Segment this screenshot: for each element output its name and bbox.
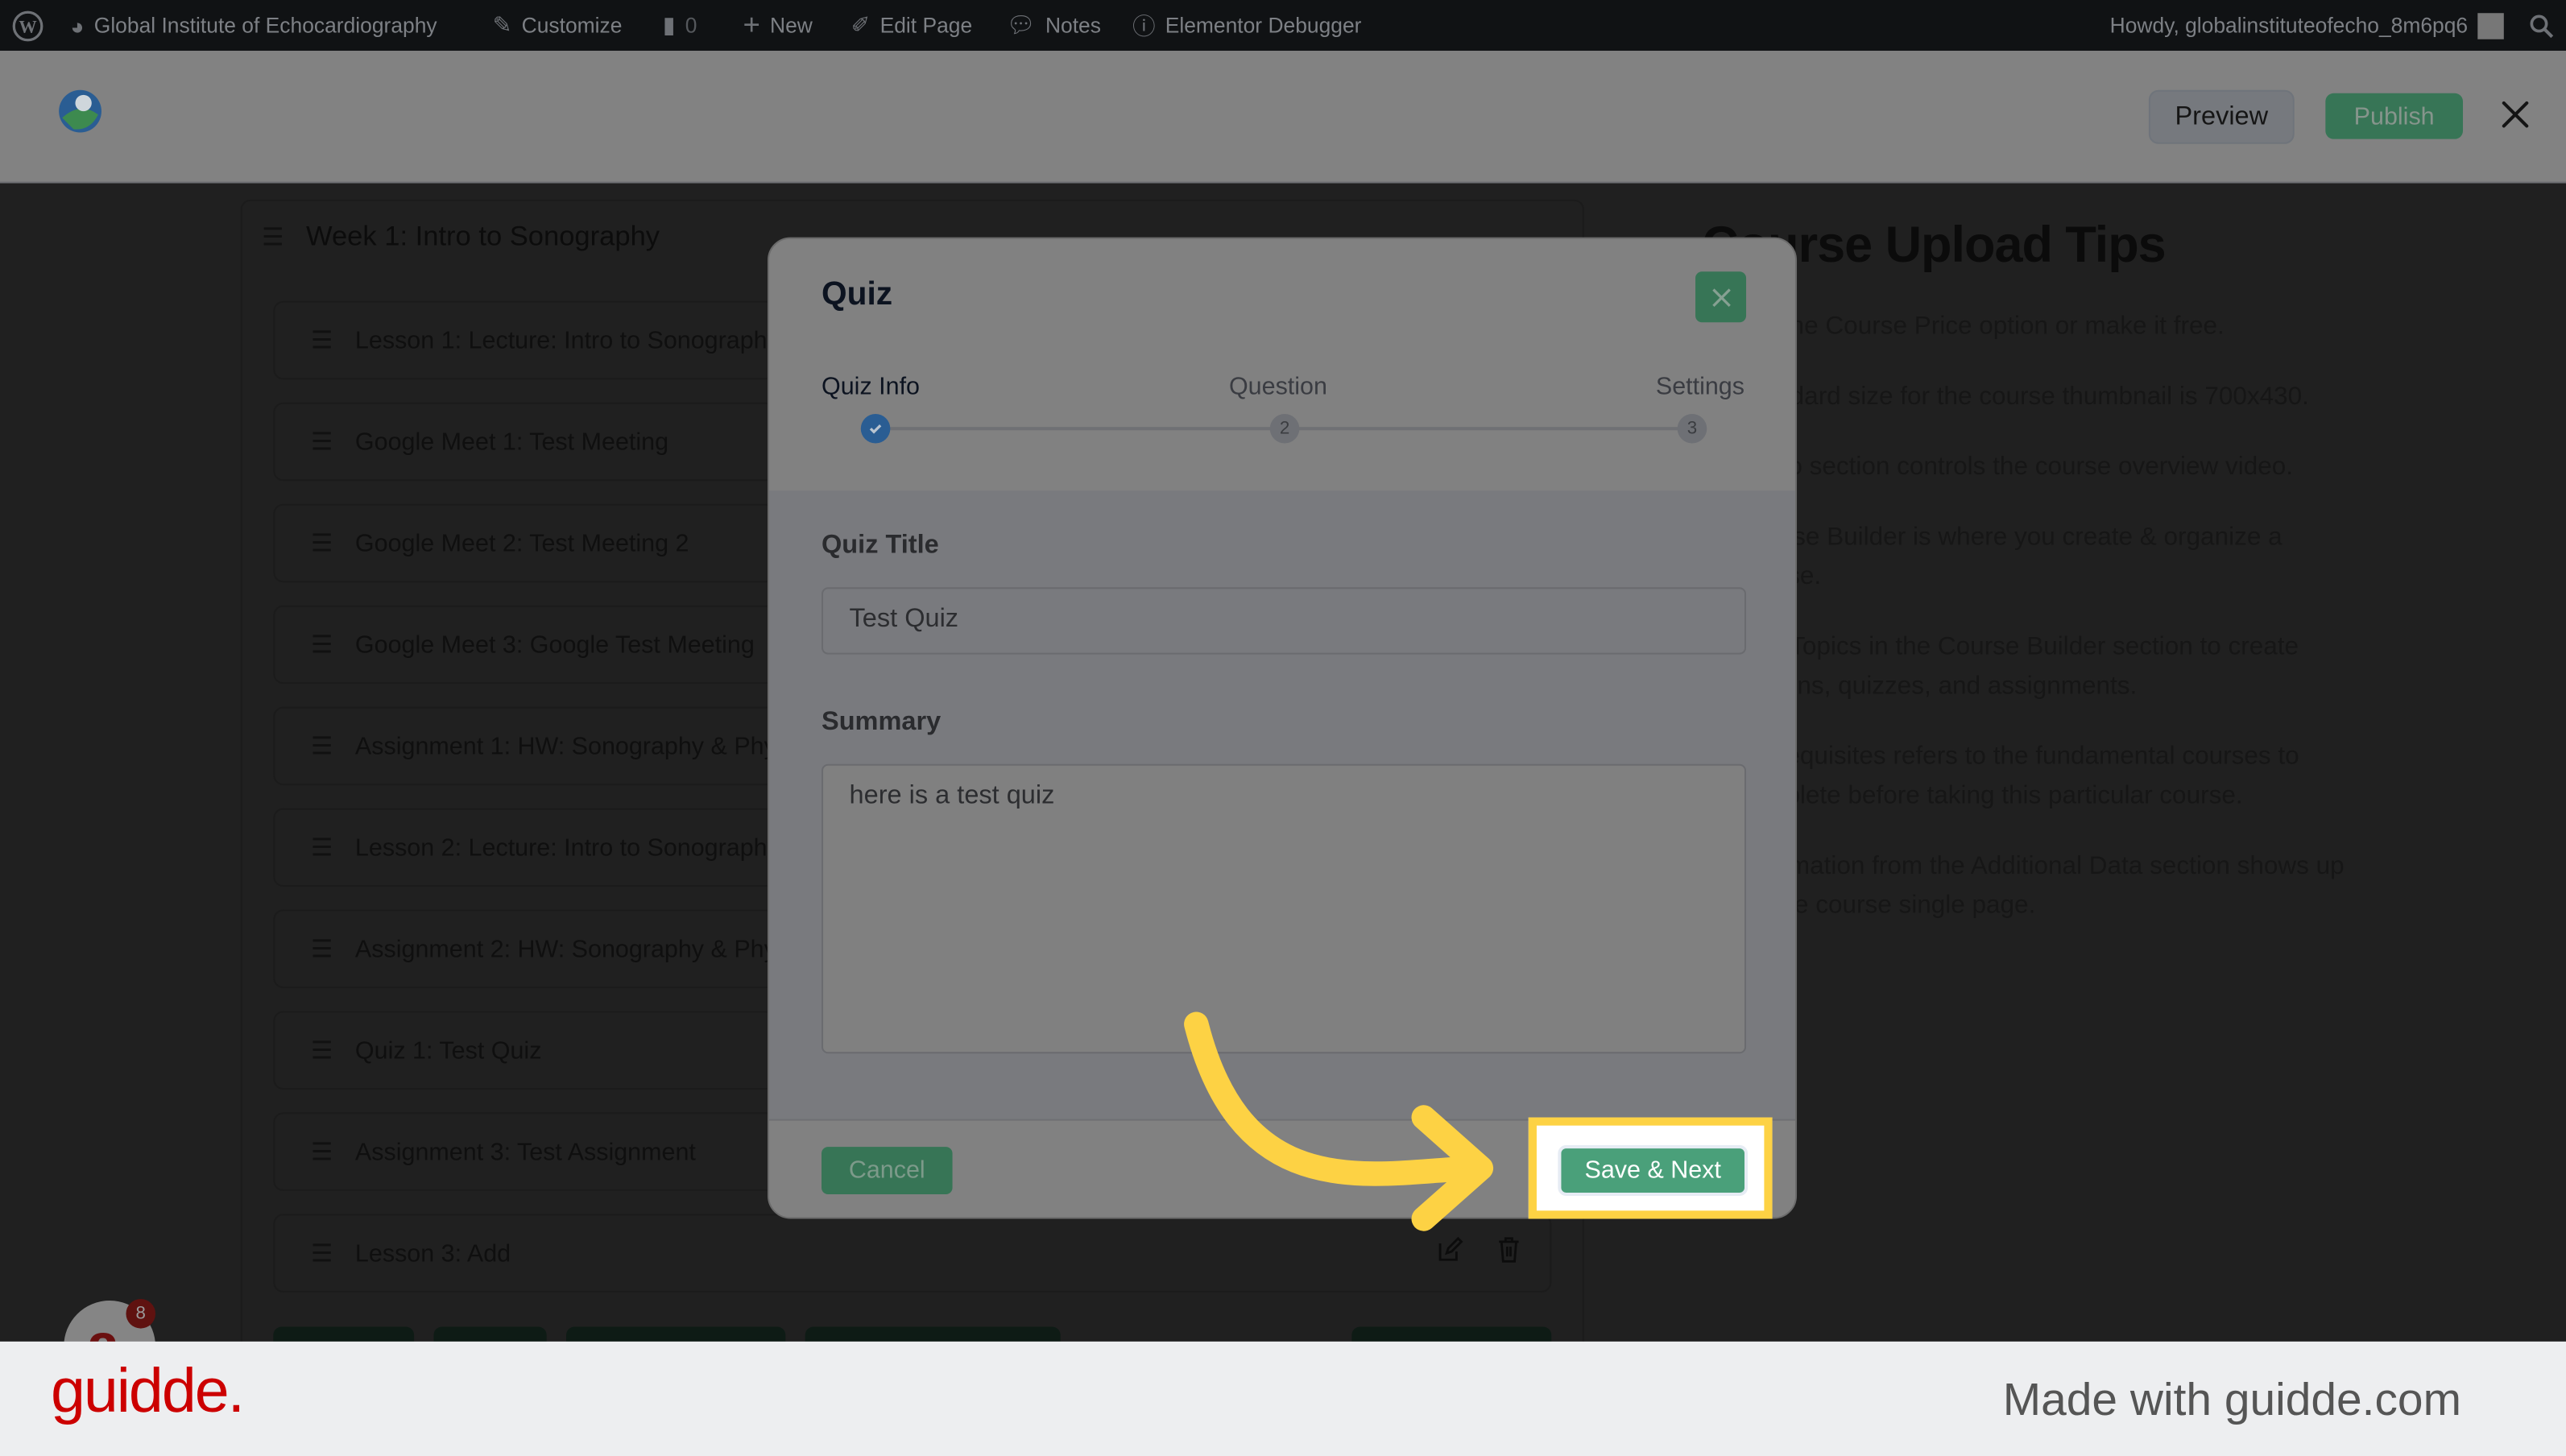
made-with-text: Made with guidde.com — [2002, 1374, 2461, 1425]
guidde-footer: guidde. Made with guidde.com — [0, 1341, 2566, 1456]
notification-badge: 8 — [126, 1299, 156, 1329]
pointer-arrow-icon — [1184, 1011, 1494, 1231]
guidde-logo: guidde. — [50, 1358, 245, 1427]
